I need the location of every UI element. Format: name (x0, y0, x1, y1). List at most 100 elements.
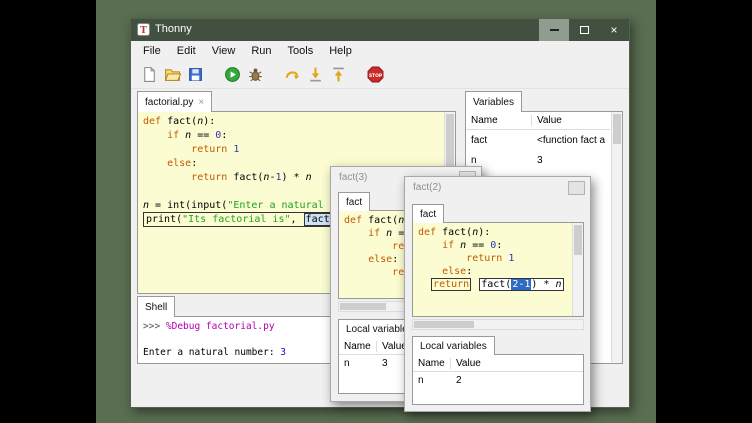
local-variables-panel: NameValue n2 (412, 354, 584, 405)
open-file-button[interactable] (164, 66, 181, 83)
code-token: else (368, 254, 392, 265)
code-token: , (291, 214, 303, 225)
scrollbar-thumb[interactable] (574, 225, 582, 255)
code-token: def (344, 215, 362, 226)
new-file-button[interactable] (141, 66, 158, 83)
code-token: if (442, 240, 454, 251)
save-button[interactable] (187, 66, 204, 83)
code-token: == (191, 130, 215, 141)
code-line: def fact(n): (143, 115, 439, 129)
code-token: 1 (233, 144, 239, 155)
scrollbar-thumb[interactable] (340, 303, 386, 310)
variables-tab-label: Variables (473, 97, 514, 108)
code-token: fact( (362, 215, 398, 226)
code-token: fact( (161, 116, 197, 127)
menu-item-edit[interactable]: Edit (169, 43, 204, 59)
maximize-button[interactable] (569, 19, 599, 41)
code-token: else (442, 266, 466, 277)
stack-frame-window-fact2: fact(2) fact def fact(n): if n == 0: ret… (404, 176, 591, 412)
column-header: Name (413, 358, 451, 369)
menu-item-run[interactable]: Run (243, 43, 279, 59)
tab-fact[interactable]: fact (412, 204, 444, 223)
code-token: %Debug factorial.py (166, 321, 275, 332)
frame-window-button[interactable] (568, 181, 585, 195)
code-token: if (368, 228, 380, 239)
stop-button[interactable]: STOP (367, 66, 384, 83)
code-token: : (496, 240, 502, 251)
variables-vscrollbar[interactable] (611, 112, 622, 363)
table-row[interactable]: fact<function fact a (466, 130, 610, 150)
tab-close-icon[interactable]: × (198, 97, 204, 108)
code-token (143, 130, 167, 141)
debug-button[interactable] (247, 66, 264, 83)
frame-tab-label: fact (346, 197, 362, 208)
minimize-icon (550, 29, 559, 31)
editor-tab-label: factorial.py (145, 97, 193, 108)
code-token (344, 228, 368, 239)
code-line: if n == 0: (418, 239, 568, 252)
code-line: return fact(2-1) * n (418, 278, 568, 291)
frame-vscrollbar[interactable] (572, 223, 583, 316)
scrollbar-thumb[interactable] (613, 114, 621, 144)
code-token: n (555, 279, 561, 290)
code-token: == (466, 240, 490, 251)
menu-item-tools[interactable]: Tools (280, 43, 322, 59)
code-token: return (433, 279, 469, 290)
code-token: fact( (436, 227, 472, 238)
column-header: Value (451, 358, 583, 369)
code-token: "Its factorial is" (182, 214, 290, 225)
code-token: print( (146, 214, 182, 225)
current-statement-box: print("Its factorial is", fact(3)) (143, 212, 360, 227)
code-token: n (306, 172, 312, 183)
code-token: 3 (280, 347, 286, 358)
table-header-row: NameValue (466, 112, 610, 130)
code-token: if (167, 130, 179, 141)
shell-tab-label: Shell (145, 302, 167, 313)
step-over-button[interactable] (284, 66, 301, 83)
close-button[interactable]: × (599, 19, 629, 41)
menu-item-view[interactable]: View (204, 43, 244, 59)
tab-shell[interactable]: Shell (137, 296, 175, 317)
code-token (344, 267, 392, 278)
step-into-icon (307, 66, 324, 83)
code-token: ): (478, 227, 490, 238)
code-token (418, 279, 430, 290)
code-token (472, 279, 478, 290)
save-icon (187, 66, 204, 83)
menu-item-file[interactable]: File (135, 43, 169, 59)
eval-focus-box: return (431, 278, 471, 291)
tab-factorial-py[interactable]: factorial.py × (137, 91, 212, 112)
frame-window-title: fact(2) (413, 182, 441, 193)
thonny-app-icon: T (137, 23, 150, 36)
step-out-button[interactable] (330, 66, 347, 83)
table-cell: n (413, 375, 451, 386)
code-token: : (221, 130, 227, 141)
tab-local-variables[interactable]: Local variables (412, 336, 495, 355)
code-token: return (191, 144, 227, 155)
new-file-icon (141, 66, 158, 83)
table-cell: n (339, 358, 377, 369)
tab-fact[interactable]: fact (338, 192, 370, 211)
code-token (418, 240, 442, 251)
column-header: Name (339, 341, 377, 352)
frame-code[interactable]: def fact(n): if n == 0: return 1 else: r… (413, 223, 573, 316)
scrollbar-thumb[interactable] (414, 321, 474, 328)
open-folder-icon (164, 66, 181, 83)
tab-variables[interactable]: Variables (465, 91, 522, 112)
table-row[interactable]: n2 (413, 372, 583, 389)
code-token: : (191, 158, 197, 169)
stop-icon: STOP (367, 66, 384, 83)
table-row[interactable]: n3 (466, 150, 610, 170)
minimize-button[interactable] (539, 19, 569, 41)
step-into-button[interactable] (307, 66, 324, 83)
run-button[interactable] (224, 66, 241, 83)
svg-text:T: T (140, 26, 147, 36)
menu-item-help[interactable]: Help (321, 43, 360, 59)
table-cell: 3 (532, 155, 610, 166)
code-token: = int(input( (149, 200, 227, 211)
frame-hscrollbar[interactable] (412, 319, 584, 330)
code-token (344, 241, 392, 252)
title-bar[interactable]: T Thonny × (131, 19, 629, 41)
frame-code-view[interactable]: def fact(n): if n == 0: return 1 else: r… (412, 222, 584, 317)
run-icon (224, 66, 241, 83)
